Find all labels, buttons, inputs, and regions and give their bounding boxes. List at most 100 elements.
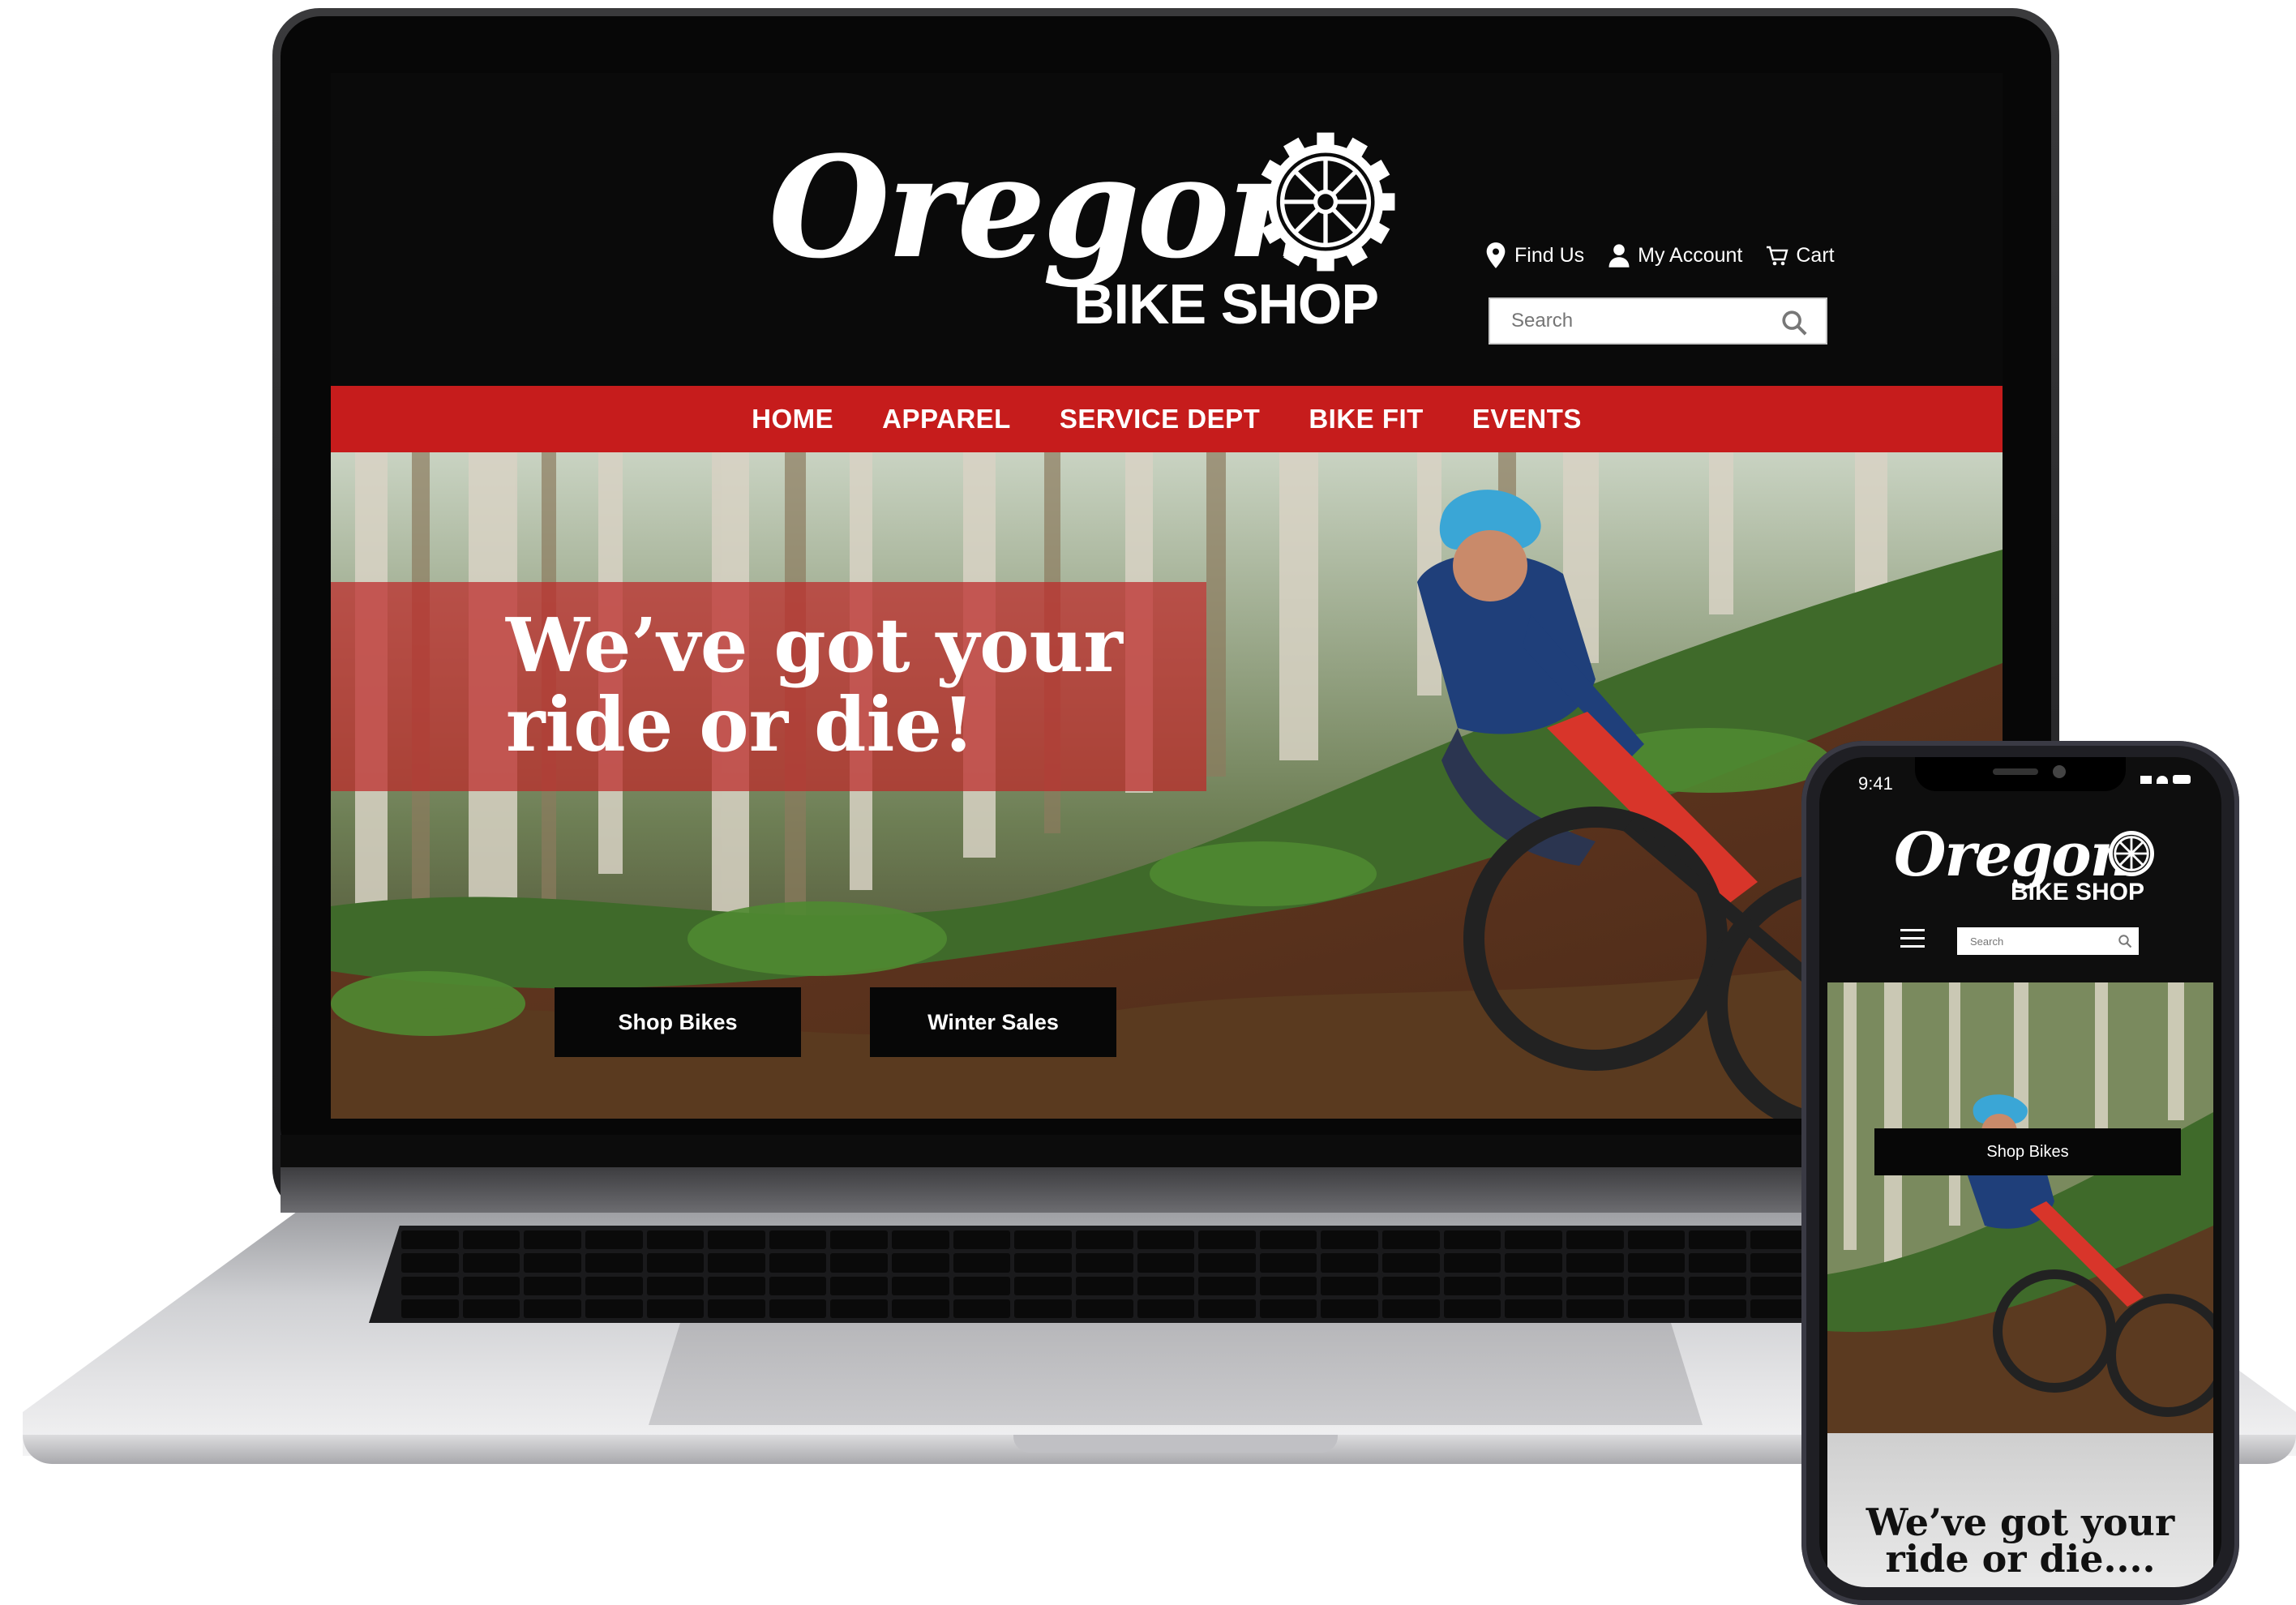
keyboard-key: [524, 1276, 581, 1295]
keyboard-key: [892, 1299, 949, 1318]
phone-notch: [1915, 757, 2126, 791]
keyboard-key: [1566, 1230, 1624, 1250]
keyboard-key: [1198, 1299, 1256, 1318]
keyboard-key: [1750, 1253, 1808, 1273]
phone-tagline-section: We’ve got your ride or die....: [1827, 1433, 2213, 1587]
keyboard-key: [953, 1299, 1011, 1318]
keyboard-key: [769, 1299, 827, 1318]
keyboard-key: [1198, 1230, 1256, 1250]
find-us-label: Find Us: [1514, 243, 1585, 267]
phone-logo-wordmark: Oregon: [1894, 820, 2133, 890]
battery-icon: [2173, 775, 2191, 784]
keyboard-key: [1014, 1299, 1072, 1318]
utility-links: Find Us My Account Cart: [1484, 242, 1835, 269]
phone-shop-bikes-button[interactable]: Shop Bikes: [1874, 1128, 2181, 1175]
keyboard-key: [401, 1253, 459, 1273]
hero-section: We’ve got your ride or die! Shop Bikes W…: [331, 452, 2003, 1119]
keyboard-key: [1443, 1253, 1501, 1273]
keyboard-key: [524, 1230, 581, 1250]
keyboard-key: [401, 1276, 459, 1295]
keyboard-key: [1627, 1276, 1686, 1295]
phone-brand-logo[interactable]: Oregon BIKE SHOP: [1894, 825, 2170, 922]
keyboard-key: [1321, 1299, 1378, 1318]
phone-tagline-line-1: We’ve got your: [1866, 1500, 2175, 1544]
trackpad: [649, 1323, 1703, 1425]
keyboard-key: [1321, 1253, 1378, 1273]
winter-sales-button[interactable]: Winter Sales: [870, 987, 1116, 1057]
nav-item-service-dept[interactable]: SERVICE DEPT: [1060, 404, 1260, 434]
keyboard-key: [585, 1276, 643, 1295]
nav-item-events[interactable]: EVENTS: [1472, 404, 1582, 434]
laptop-hinge: [281, 1167, 2051, 1213]
phone-tagline: We’ve got your ride or die....: [1827, 1504, 2213, 1577]
brand-logo[interactable]: Oregon BIKE SHOP: [769, 125, 1401, 381]
keyboard-key: [1750, 1276, 1808, 1295]
main-nav: HOME APPAREL SERVICE DEPT BIKE FIT EVENT…: [331, 386, 2003, 452]
hero-title-line-1: We’ve got your: [506, 601, 1123, 689]
keyboard-key: [1382, 1253, 1440, 1273]
keyboard-key: [1750, 1230, 1808, 1250]
nav-item-bike-fit[interactable]: BIKE FIT: [1309, 404, 1424, 434]
logo-subtitle: BIKE SHOP: [1073, 272, 1379, 336]
keyboard-key: [1443, 1276, 1501, 1295]
cart-link[interactable]: Cart: [1765, 242, 1835, 269]
keyboard-key: [1137, 1299, 1195, 1318]
keyboard-key: [892, 1253, 949, 1273]
keyboard-key: [1382, 1299, 1440, 1318]
search-field: [1489, 297, 1827, 345]
keyboard-key: [769, 1276, 827, 1295]
keyboard-key: [1321, 1276, 1378, 1295]
signal-icon: [2140, 776, 2152, 784]
keyboard-key: [462, 1276, 520, 1295]
search-input[interactable]: [1490, 299, 1787, 343]
search-icon[interactable]: [1780, 309, 1808, 336]
keyboard-key: [585, 1253, 643, 1273]
keyboard-key: [1014, 1230, 1072, 1250]
search-icon[interactable]: [2118, 934, 2132, 948]
find-us-link[interactable]: Find Us: [1484, 242, 1584, 269]
shop-bikes-button[interactable]: Shop Bikes: [555, 987, 801, 1057]
keyboard-key: [1014, 1276, 1072, 1295]
laptop-screen: Oregon BIKE SHOP Find Us My Account Cart…: [331, 73, 2003, 1119]
my-account-link[interactable]: My Account: [1607, 242, 1742, 269]
logo-wordmark: Oregon: [769, 125, 1328, 289]
keyboard-key: [830, 1230, 888, 1250]
keyboard-key: [462, 1230, 520, 1250]
keyboard-key: [646, 1299, 705, 1318]
keyboard-key: [1382, 1230, 1440, 1250]
keyboard-key: [1259, 1299, 1317, 1318]
site-header: Oregon BIKE SHOP Find Us My Account Cart…: [331, 73, 2003, 386]
keyboard-key: [1075, 1253, 1133, 1273]
keyboard-key: [1259, 1276, 1317, 1295]
keyboard-key: [830, 1276, 888, 1295]
keyboard-key: [585, 1230, 643, 1250]
keyboard-key: [708, 1299, 765, 1318]
keyboard-key: [1075, 1230, 1133, 1250]
keyboard-key: [646, 1276, 705, 1295]
keyboard-key: [1443, 1230, 1501, 1250]
nav-item-apparel[interactable]: APPAREL: [882, 404, 1011, 434]
keyboard-key: [1259, 1230, 1317, 1250]
nav-item-home[interactable]: HOME: [752, 404, 833, 434]
laptop-opening-notch: [1013, 1435, 1338, 1453]
keyboard: [369, 1226, 1901, 1323]
keyboard-key: [708, 1253, 765, 1273]
phone-search-field: [1957, 927, 2139, 955]
keyboard-key: [769, 1253, 827, 1273]
phone-logo-subtitle: BIKE SHOP: [2011, 879, 2145, 905]
keyboard-key: [1627, 1253, 1686, 1273]
keyboard-key: [830, 1299, 888, 1318]
keyboard-key: [462, 1253, 520, 1273]
keyboard-key: [1505, 1253, 1562, 1273]
keyboard-key: [1566, 1299, 1624, 1318]
gear-wheel-icon: [1256, 132, 1395, 272]
phone-search-input[interactable]: [1957, 927, 2116, 955]
hamburger-menu-icon[interactable]: [1900, 929, 1925, 950]
keyboard-key: [1075, 1276, 1133, 1295]
keyboard-key: [1137, 1230, 1195, 1250]
keyboard-key: [1137, 1276, 1195, 1295]
keyboard-key: [1627, 1299, 1686, 1318]
keyboard-key: [1689, 1253, 1746, 1273]
phone-hero-photo: [1827, 982, 2213, 1433]
keyboard-key: [1627, 1230, 1686, 1250]
